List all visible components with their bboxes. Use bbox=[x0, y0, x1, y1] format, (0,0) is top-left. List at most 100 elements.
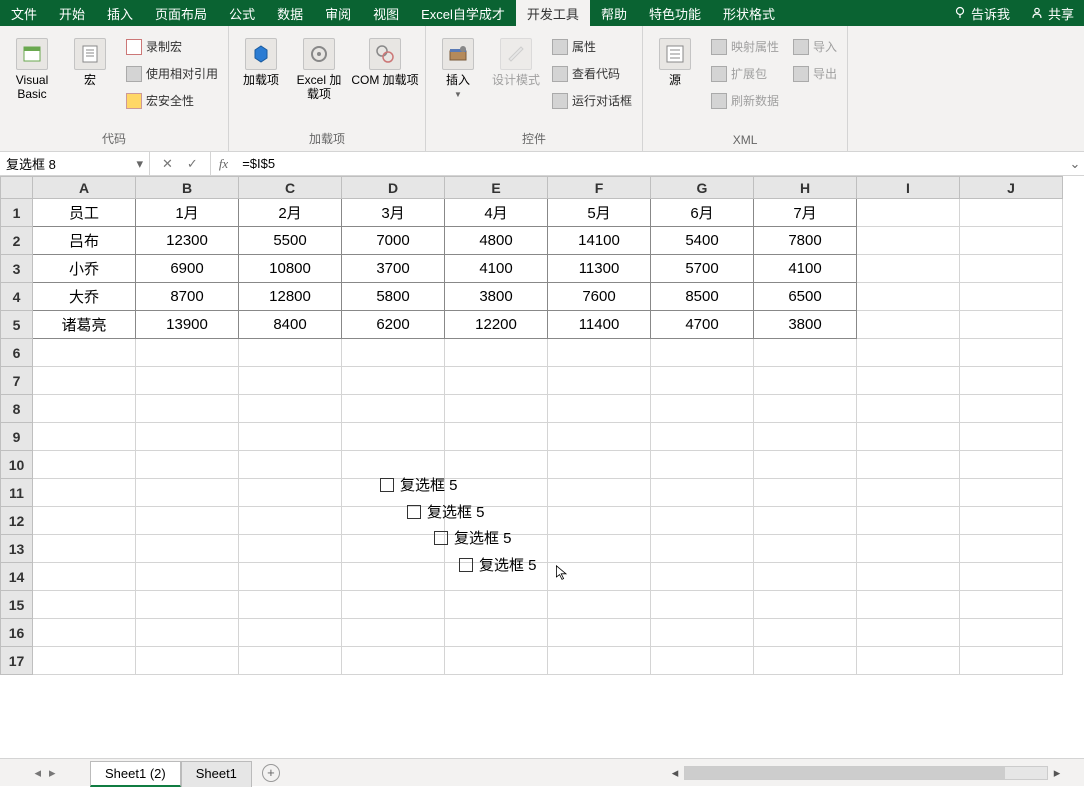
cell-G1[interactable]: 6月 bbox=[651, 199, 754, 227]
cell-B3[interactable]: 6900 bbox=[136, 255, 239, 283]
cell-C15[interactable] bbox=[239, 591, 342, 619]
row-header-7[interactable]: 7 bbox=[1, 367, 33, 395]
cell-J10[interactable] bbox=[960, 451, 1063, 479]
checkbox-icon[interactable] bbox=[380, 478, 394, 492]
cell-B14[interactable] bbox=[136, 563, 239, 591]
cell-I1[interactable] bbox=[857, 199, 960, 227]
cell-B5[interactable]: 13900 bbox=[136, 311, 239, 339]
cell-F16[interactable] bbox=[548, 619, 651, 647]
cell-A7[interactable] bbox=[33, 367, 136, 395]
cell-C6[interactable] bbox=[239, 339, 342, 367]
cell-H4[interactable]: 6500 bbox=[754, 283, 857, 311]
share[interactable]: 共享 bbox=[1020, 0, 1084, 26]
cell-G9[interactable] bbox=[651, 423, 754, 451]
select-all-corner[interactable] bbox=[1, 177, 33, 199]
menu-数据[interactable]: 数据 bbox=[266, 0, 314, 26]
checkbox-control-3[interactable]: 复选框 5 bbox=[459, 554, 537, 575]
cell-C12[interactable] bbox=[239, 507, 342, 535]
cell-F17[interactable] bbox=[548, 647, 651, 675]
cell-G5[interactable]: 4700 bbox=[651, 311, 754, 339]
cell-B17[interactable] bbox=[136, 647, 239, 675]
row-header-5[interactable]: 5 bbox=[1, 311, 33, 339]
cell-A3[interactable]: 小乔 bbox=[33, 255, 136, 283]
cell-H17[interactable] bbox=[754, 647, 857, 675]
checkbox-icon[interactable] bbox=[407, 505, 421, 519]
macro-security-button[interactable]: 宏安全性 bbox=[122, 90, 222, 111]
sheet-tab-Sheet1 (2)[interactable]: Sheet1 (2) bbox=[90, 761, 181, 787]
record-macro-button[interactable]: 录制宏 bbox=[122, 36, 222, 57]
cell-A15[interactable] bbox=[33, 591, 136, 619]
cell-J15[interactable] bbox=[960, 591, 1063, 619]
cell-B11[interactable] bbox=[136, 479, 239, 507]
cancel-icon[interactable]: ✕ bbox=[162, 156, 173, 172]
run-dialog-button[interactable]: 运行对话框 bbox=[548, 90, 636, 111]
menu-开发工具[interactable]: 开发工具 bbox=[516, 0, 590, 26]
cell-I14[interactable] bbox=[857, 563, 960, 591]
cell-J7[interactable] bbox=[960, 367, 1063, 395]
name-box-input[interactable] bbox=[6, 156, 136, 171]
cell-G13[interactable] bbox=[651, 535, 754, 563]
col-header-G[interactable]: G bbox=[651, 177, 754, 199]
spreadsheet-grid[interactable]: ABCDEFGHIJ1员工1月2月3月4月5月6月7月2吕布1230055007… bbox=[0, 176, 1063, 675]
cell-B1[interactable]: 1月 bbox=[136, 199, 239, 227]
cell-E6[interactable] bbox=[445, 339, 548, 367]
menu-形状格式[interactable]: 形状格式 bbox=[712, 0, 786, 26]
cell-G6[interactable] bbox=[651, 339, 754, 367]
cell-B9[interactable] bbox=[136, 423, 239, 451]
menu-Excel自学成才[interactable]: Excel自学成才 bbox=[410, 0, 516, 26]
cell-C1[interactable]: 2月 bbox=[239, 199, 342, 227]
cell-J16[interactable] bbox=[960, 619, 1063, 647]
cell-C11[interactable] bbox=[239, 479, 342, 507]
cell-I10[interactable] bbox=[857, 451, 960, 479]
cell-F13[interactable] bbox=[548, 535, 651, 563]
cell-C8[interactable] bbox=[239, 395, 342, 423]
cell-D7[interactable] bbox=[342, 367, 445, 395]
sheet-tab-Sheet1[interactable]: Sheet1 bbox=[181, 761, 252, 787]
row-header-16[interactable]: 16 bbox=[1, 619, 33, 647]
cell-E4[interactable]: 3800 bbox=[445, 283, 548, 311]
cell-A10[interactable] bbox=[33, 451, 136, 479]
cell-H8[interactable] bbox=[754, 395, 857, 423]
cell-E8[interactable] bbox=[445, 395, 548, 423]
tell-me[interactable]: 告诉我 bbox=[943, 0, 1020, 26]
cell-H9[interactable] bbox=[754, 423, 857, 451]
cell-A17[interactable] bbox=[33, 647, 136, 675]
cell-G7[interactable] bbox=[651, 367, 754, 395]
cell-C10[interactable] bbox=[239, 451, 342, 479]
cell-J3[interactable] bbox=[960, 255, 1063, 283]
cell-D17[interactable] bbox=[342, 647, 445, 675]
cell-I8[interactable] bbox=[857, 395, 960, 423]
cell-J11[interactable] bbox=[960, 479, 1063, 507]
cell-J5[interactable] bbox=[960, 311, 1063, 339]
cell-H11[interactable] bbox=[754, 479, 857, 507]
row-header-1[interactable]: 1 bbox=[1, 199, 33, 227]
checkbox-icon[interactable] bbox=[434, 531, 448, 545]
checkbox-control-2[interactable]: 复选框 5 bbox=[434, 527, 512, 548]
row-header-4[interactable]: 4 bbox=[1, 283, 33, 311]
cell-B4[interactable]: 8700 bbox=[136, 283, 239, 311]
row-header-12[interactable]: 12 bbox=[1, 507, 33, 535]
row-header-14[interactable]: 14 bbox=[1, 563, 33, 591]
expand-formula-bar[interactable]: ⌄ bbox=[1066, 156, 1084, 172]
cell-J12[interactable] bbox=[960, 507, 1063, 535]
cell-D5[interactable]: 6200 bbox=[342, 311, 445, 339]
cell-J13[interactable] bbox=[960, 535, 1063, 563]
cell-I2[interactable] bbox=[857, 227, 960, 255]
cell-E5[interactable]: 12200 bbox=[445, 311, 548, 339]
cell-C13[interactable] bbox=[239, 535, 342, 563]
cell-G11[interactable] bbox=[651, 479, 754, 507]
cell-C16[interactable] bbox=[239, 619, 342, 647]
cell-I12[interactable] bbox=[857, 507, 960, 535]
cell-B12[interactable] bbox=[136, 507, 239, 535]
xml-source-button[interactable]: 源 bbox=[649, 34, 701, 87]
cell-A9[interactable] bbox=[33, 423, 136, 451]
cell-E10[interactable] bbox=[445, 451, 548, 479]
cell-I9[interactable] bbox=[857, 423, 960, 451]
cell-G3[interactable]: 5700 bbox=[651, 255, 754, 283]
row-header-17[interactable]: 17 bbox=[1, 647, 33, 675]
add-sheet-button[interactable]: + bbox=[262, 764, 280, 782]
cell-H6[interactable] bbox=[754, 339, 857, 367]
cell-B2[interactable]: 12300 bbox=[136, 227, 239, 255]
chevron-right-icon[interactable]: ▸ bbox=[49, 765, 56, 781]
cell-F3[interactable]: 11300 bbox=[548, 255, 651, 283]
